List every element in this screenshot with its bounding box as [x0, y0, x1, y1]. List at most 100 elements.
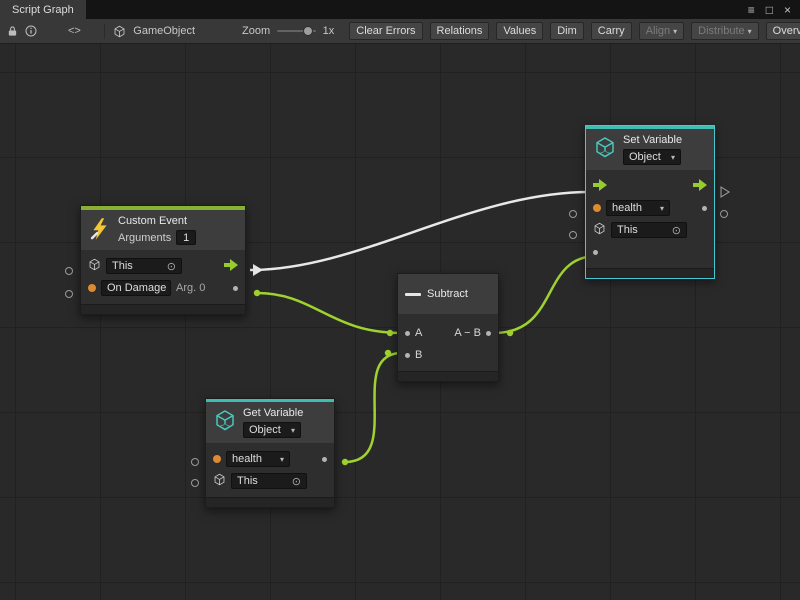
value-output-port[interactable] [702, 206, 707, 211]
wire-arg0-to-subtract-a[interactable] [257, 293, 402, 333]
custom-event-icon [88, 217, 112, 244]
outer-port-circle[interactable] [66, 291, 73, 298]
arg0-output-port[interactable] [233, 286, 238, 291]
custom-event-header[interactable]: Custom Event Arguments 1 [81, 210, 245, 250]
variable-name-dropdown[interactable]: health ▾ [226, 451, 290, 467]
align-button[interactable]: Align ▾ [639, 22, 684, 40]
window-close-icon[interactable]: × [784, 4, 791, 16]
get-variable-node[interactable]: <> Get Variable Object ▾ health ▾ [205, 398, 335, 508]
target-picker-icon[interactable]: ⊙ [292, 475, 301, 488]
values-button[interactable]: Values [496, 22, 543, 40]
new-value-input-port[interactable] [593, 250, 598, 255]
outer-port-circle[interactable] [192, 480, 199, 487]
node-title: Get Variable [243, 407, 303, 419]
target-picker-icon[interactable]: ⊙ [672, 224, 681, 237]
wire-endpoint-dot[interactable] [342, 459, 348, 465]
flow-output-arrow-icon[interactable] [224, 259, 238, 274]
variable-name-label: health [232, 453, 262, 465]
this-target-field[interactable]: This ⊙ [611, 222, 687, 238]
this-target-field[interactable]: This ⊙ [231, 473, 307, 489]
wire-endpoint-dot[interactable] [507, 330, 513, 336]
subtract-row-b: B [398, 344, 498, 366]
custom-event-body: This ⊙ On Damage Arg. 0 [81, 250, 245, 304]
zoom-slider-knob[interactable] [303, 26, 313, 36]
carry-button[interactable]: Carry [591, 22, 632, 40]
gameobject-cube-icon [113, 25, 126, 38]
zoom-slider[interactable] [277, 30, 315, 32]
set-variable-header[interactable]: <> Set Variable Object ▾ [586, 129, 714, 170]
event-name-label: On Damage [107, 282, 166, 294]
outer-port-circle[interactable] [66, 268, 73, 275]
wire-flow-event-to-setvariable[interactable] [250, 192, 590, 270]
variable-port-icon[interactable] [213, 455, 221, 463]
flow-wire-triangle-icon[interactable] [253, 264, 263, 276]
outer-port-circle[interactable] [570, 232, 577, 239]
get-variable-header[interactable]: <> Get Variable Object ▾ [206, 402, 334, 443]
value-output-port[interactable] [322, 457, 327, 462]
input-b-port[interactable] [405, 353, 410, 358]
wire-subtract-to-setvariable-value[interactable] [494, 256, 597, 333]
this-target-field[interactable]: This ⊙ [106, 258, 182, 274]
outer-flow-triangle-icon[interactable] [721, 187, 729, 197]
wire-getvariable-to-subtract-b[interactable] [345, 353, 402, 462]
custom-event-node[interactable]: Custom Event Arguments 1 This ⊙ [80, 205, 246, 315]
input-b-label: B [415, 349, 422, 361]
dim-button[interactable]: Dim [550, 22, 584, 40]
scope-label: Object [629, 151, 661, 163]
variable-name-row: health ▾ [586, 197, 714, 219]
wire-endpoint-dot[interactable] [385, 350, 391, 356]
set-variable-body: health ▾ This ⊙ [586, 170, 714, 268]
clear-errors-button[interactable]: Clear Errors [349, 22, 422, 40]
get-variable-body: health ▾ This ⊙ [206, 443, 334, 497]
distribute-button[interactable]: Distribute ▾ [691, 22, 758, 40]
overview-label: Overv [773, 25, 800, 37]
arguments-count-input[interactable]: 1 [176, 230, 196, 245]
chevron-down-icon: ▾ [660, 204, 664, 213]
subtract-header[interactable]: Subtract [398, 274, 498, 314]
variable-port-icon[interactable] [593, 204, 601, 212]
arguments-label: Arguments [118, 232, 171, 244]
variable-scope-dropdown[interactable]: Object ▾ [623, 149, 681, 165]
graph-canvas[interactable]: Custom Event Arguments 1 This ⊙ [0, 44, 800, 600]
lock-icon[interactable] [7, 25, 18, 37]
window-menu-icon[interactable]: ≡ [748, 4, 755, 16]
outer-port-circle[interactable] [721, 211, 728, 218]
event-port-row: On Damage Arg. 0 [81, 277, 245, 299]
wire-endpoint-dot[interactable] [387, 330, 393, 336]
info-icon[interactable] [25, 25, 37, 37]
overview-button[interactable]: Overv [766, 22, 800, 40]
relations-button[interactable]: Relations [430, 22, 490, 40]
chevron-down-icon: ▾ [673, 27, 677, 36]
result-label: A − B [454, 327, 481, 339]
cube-icon [593, 222, 606, 238]
set-variable-node[interactable]: <> Set Variable Object ▾ [585, 125, 715, 279]
result-output-port[interactable] [486, 331, 491, 336]
target-picker-icon[interactable]: ⊙ [167, 260, 176, 273]
wire-endpoint-dot[interactable] [254, 290, 260, 296]
carry-label: Carry [598, 25, 625, 37]
subtract-node[interactable]: Subtract A A − B B [397, 273, 499, 382]
distribute-label: Distribute [698, 25, 744, 37]
input-a-port[interactable] [405, 331, 410, 336]
gameobject-label[interactable]: GameObject [133, 25, 195, 37]
variable-cube-icon: <> [593, 136, 617, 163]
event-port-icon[interactable] [88, 284, 96, 292]
tab-script-graph[interactable]: Script Graph [0, 0, 86, 19]
outer-port-circle[interactable] [570, 211, 577, 218]
flow-output-arrow-icon[interactable] [693, 179, 707, 194]
window-controls: ≡ □ × [748, 0, 800, 19]
svg-text:<>: <> [220, 422, 231, 432]
this-port-row: This ⊙ [81, 255, 245, 277]
event-name-field[interactable]: On Damage [101, 280, 171, 296]
chevron-down-icon: ▾ [671, 153, 675, 162]
clear-errors-label: Clear Errors [356, 25, 415, 37]
variable-name-dropdown[interactable]: health ▾ [606, 200, 670, 216]
window-maximize-icon[interactable]: □ [766, 4, 773, 16]
variable-scope-dropdown[interactable]: Object ▾ [243, 422, 301, 438]
relations-label: Relations [437, 25, 483, 37]
outer-port-circle[interactable] [192, 459, 199, 466]
align-label: Align [646, 25, 670, 37]
flow-input-arrow-icon[interactable] [593, 179, 607, 194]
code-view-icon[interactable]: <> [68, 25, 81, 37]
dim-label: Dim [557, 25, 577, 37]
